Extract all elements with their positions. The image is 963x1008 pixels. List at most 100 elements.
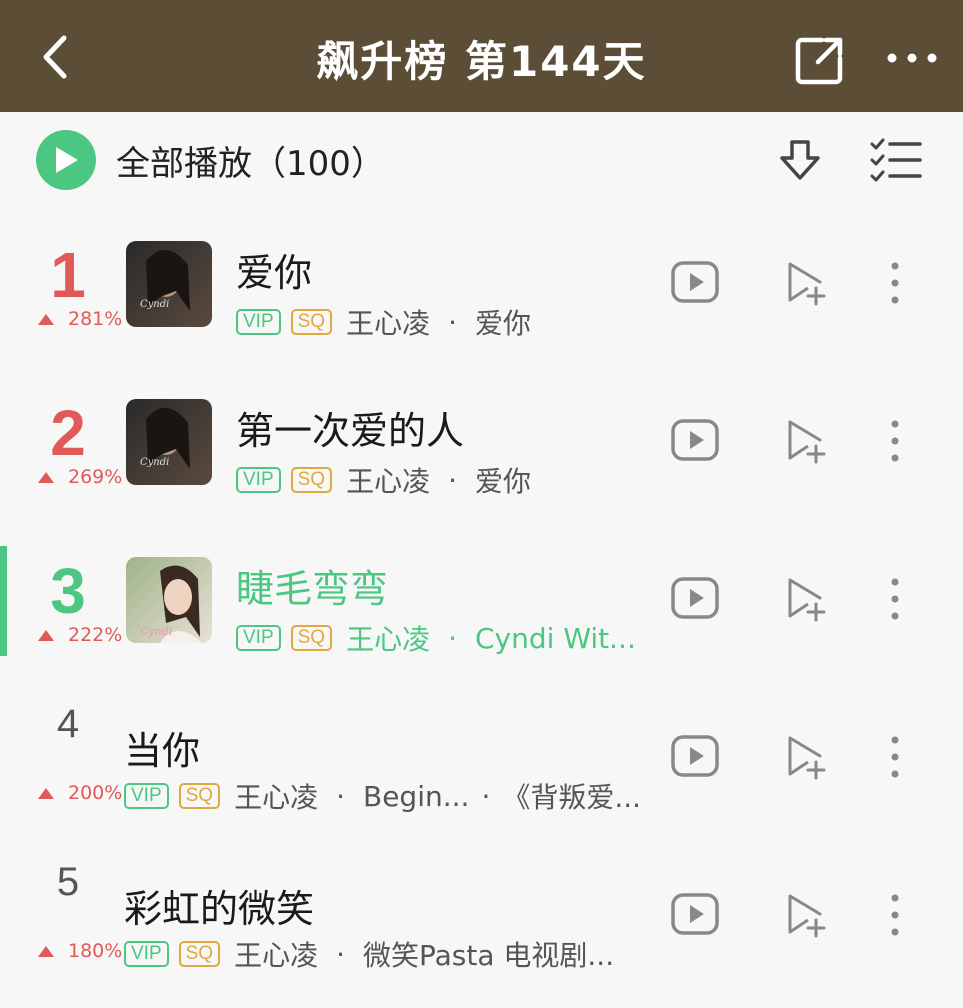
trend-indicator: 180% bbox=[38, 940, 122, 962]
add-to-playlist-icon bbox=[788, 420, 826, 464]
song-more-button[interactable] bbox=[880, 260, 910, 306]
more-vertical-icon bbox=[891, 894, 899, 936]
song-row-1[interactable]: 1 281% Cyndi 爱你 VIP SQ 王心凌 · 爱你 bbox=[0, 208, 963, 366]
trend-percent: 269% bbox=[68, 466, 123, 488]
song-meta: VIP SQ 王心凌 · Cyndi Wit... bbox=[236, 618, 636, 658]
song-meta: VIP SQ 王心凌 · 爱你 bbox=[236, 302, 531, 342]
trend-percent: 200% bbox=[68, 782, 123, 804]
artist-name[interactable]: 王心凌 bbox=[346, 618, 430, 658]
trend-up-icon bbox=[38, 313, 54, 325]
mv-button[interactable] bbox=[670, 734, 720, 778]
rank-number: 1 bbox=[50, 239, 86, 311]
song-more-button[interactable] bbox=[880, 892, 910, 938]
now-playing-indicator bbox=[0, 546, 7, 656]
mv-button[interactable] bbox=[670, 260, 720, 304]
mv-button[interactable] bbox=[670, 892, 720, 936]
artist-name[interactable]: 王心凌 bbox=[234, 934, 318, 974]
add-to-playlist-icon bbox=[788, 736, 826, 780]
trend-percent: 281% bbox=[68, 308, 123, 330]
song-meta: VIP SQ 王心凌 · 爱你 bbox=[236, 460, 531, 500]
artist-name[interactable]: 王心凌 bbox=[234, 776, 318, 816]
add-to-playlist-button[interactable] bbox=[786, 734, 828, 780]
trend-indicator: 200% bbox=[38, 782, 122, 804]
download-icon bbox=[780, 140, 820, 180]
song-more-button[interactable] bbox=[880, 734, 910, 780]
album-name[interactable]: 爱你 bbox=[475, 460, 531, 500]
trend-percent: 222% bbox=[68, 624, 123, 646]
song-row-4[interactable]: 4 当你 200% VIP SQ 王心凌 · Begin... · 《背叛爱..… bbox=[0, 682, 963, 840]
trend-up-icon bbox=[38, 629, 54, 641]
add-to-playlist-button[interactable] bbox=[786, 892, 828, 938]
song-title: 爱你 bbox=[236, 251, 313, 295]
vip-badge: VIP bbox=[124, 941, 169, 967]
video-play-icon bbox=[671, 419, 719, 461]
play-circle-icon bbox=[36, 130, 96, 190]
trend-indicator: 269% bbox=[38, 466, 122, 488]
add-to-playlist-icon bbox=[788, 578, 826, 622]
sq-badge: SQ bbox=[178, 783, 221, 809]
trend-up-icon bbox=[38, 787, 54, 799]
song-meta: VIP SQ 王心凌 · Begin... · 《背叛爱... bbox=[124, 776, 641, 816]
rank-number: 3 bbox=[50, 555, 86, 627]
add-to-playlist-button[interactable] bbox=[786, 576, 828, 622]
song-row-3[interactable]: 3 222% Cyndi 睫毛弯弯 VIP SQ 王心凌 · Cyndi Wit… bbox=[0, 524, 963, 682]
album-name[interactable]: 爱你 bbox=[475, 302, 531, 342]
checklist-icon bbox=[870, 138, 922, 182]
separator: · bbox=[448, 621, 457, 655]
download-button[interactable] bbox=[776, 136, 824, 184]
song-row-2[interactable]: 2 269% Cyndi 第一次爱的人 VIP SQ 王心凌 · 爱你 bbox=[0, 366, 963, 524]
top-bar: 飙升榜 第144天 bbox=[0, 0, 963, 112]
album-name[interactable]: Cyndi Wit... bbox=[475, 622, 636, 655]
trend-indicator: 222% bbox=[38, 624, 122, 646]
song-title: 当你 bbox=[124, 729, 201, 773]
play-all-label: 全部播放（100） bbox=[116, 143, 385, 184]
song-title: 睫毛弯弯 bbox=[236, 567, 389, 611]
video-play-icon bbox=[671, 735, 719, 777]
share-external-icon bbox=[795, 37, 843, 85]
svg-text:Cyndi: Cyndi bbox=[140, 457, 169, 468]
separator: · bbox=[336, 937, 345, 971]
mv-button[interactable] bbox=[670, 576, 720, 620]
album-name[interactable]: Begin... bbox=[363, 780, 469, 813]
rank-number: 5 bbox=[56, 860, 80, 904]
svg-text:Cyndi: Cyndi bbox=[140, 299, 169, 310]
sq-badge: SQ bbox=[290, 625, 333, 651]
song-row-5[interactable]: 5 彩虹的微笑 180% VIP SQ 王心凌 · 微笑Pasta 电视剧... bbox=[0, 840, 963, 998]
vip-badge: VIP bbox=[236, 625, 281, 651]
multi-select-button[interactable] bbox=[868, 136, 924, 184]
mv-button[interactable] bbox=[670, 418, 720, 462]
separator: · bbox=[448, 305, 457, 339]
more-horizontal-icon bbox=[887, 53, 937, 63]
vip-badge: VIP bbox=[124, 783, 169, 809]
video-play-icon bbox=[671, 893, 719, 935]
rank-number: 4 bbox=[56, 702, 80, 746]
vip-badge: VIP bbox=[236, 309, 281, 335]
more-button[interactable] bbox=[880, 36, 944, 80]
album-cover[interactable]: Cyndi bbox=[126, 557, 212, 643]
add-to-playlist-button[interactable] bbox=[786, 260, 828, 306]
song-more-button[interactable] bbox=[880, 418, 910, 464]
sq-badge: SQ bbox=[178, 941, 221, 967]
song-more-button[interactable] bbox=[880, 576, 910, 622]
artist-name[interactable]: 王心凌 bbox=[346, 460, 430, 500]
video-play-icon bbox=[671, 261, 719, 303]
trend-indicator: 281% bbox=[38, 308, 122, 330]
trend-percent: 180% bbox=[68, 940, 123, 962]
separator: · bbox=[336, 779, 345, 813]
share-button[interactable] bbox=[792, 32, 848, 88]
add-to-playlist-button[interactable] bbox=[786, 418, 828, 464]
album-name[interactable]: 微笑Pasta 电视剧... bbox=[363, 934, 614, 974]
trend-up-icon bbox=[38, 945, 54, 957]
album-cover[interactable]: Cyndi bbox=[126, 241, 212, 327]
more-vertical-icon bbox=[891, 736, 899, 778]
add-to-playlist-icon bbox=[788, 894, 826, 938]
artist-name[interactable]: 王心凌 bbox=[346, 302, 430, 342]
play-all-button[interactable]: 全部播放（100） bbox=[36, 130, 385, 190]
separator: · bbox=[481, 779, 491, 813]
source-name[interactable]: 《背叛爱... bbox=[502, 776, 641, 816]
sq-badge: SQ bbox=[290, 467, 333, 493]
more-vertical-icon bbox=[891, 262, 899, 304]
separator: · bbox=[448, 463, 457, 497]
album-cover[interactable]: Cyndi bbox=[126, 399, 212, 485]
svg-text:Cyndi: Cyndi bbox=[140, 625, 172, 638]
